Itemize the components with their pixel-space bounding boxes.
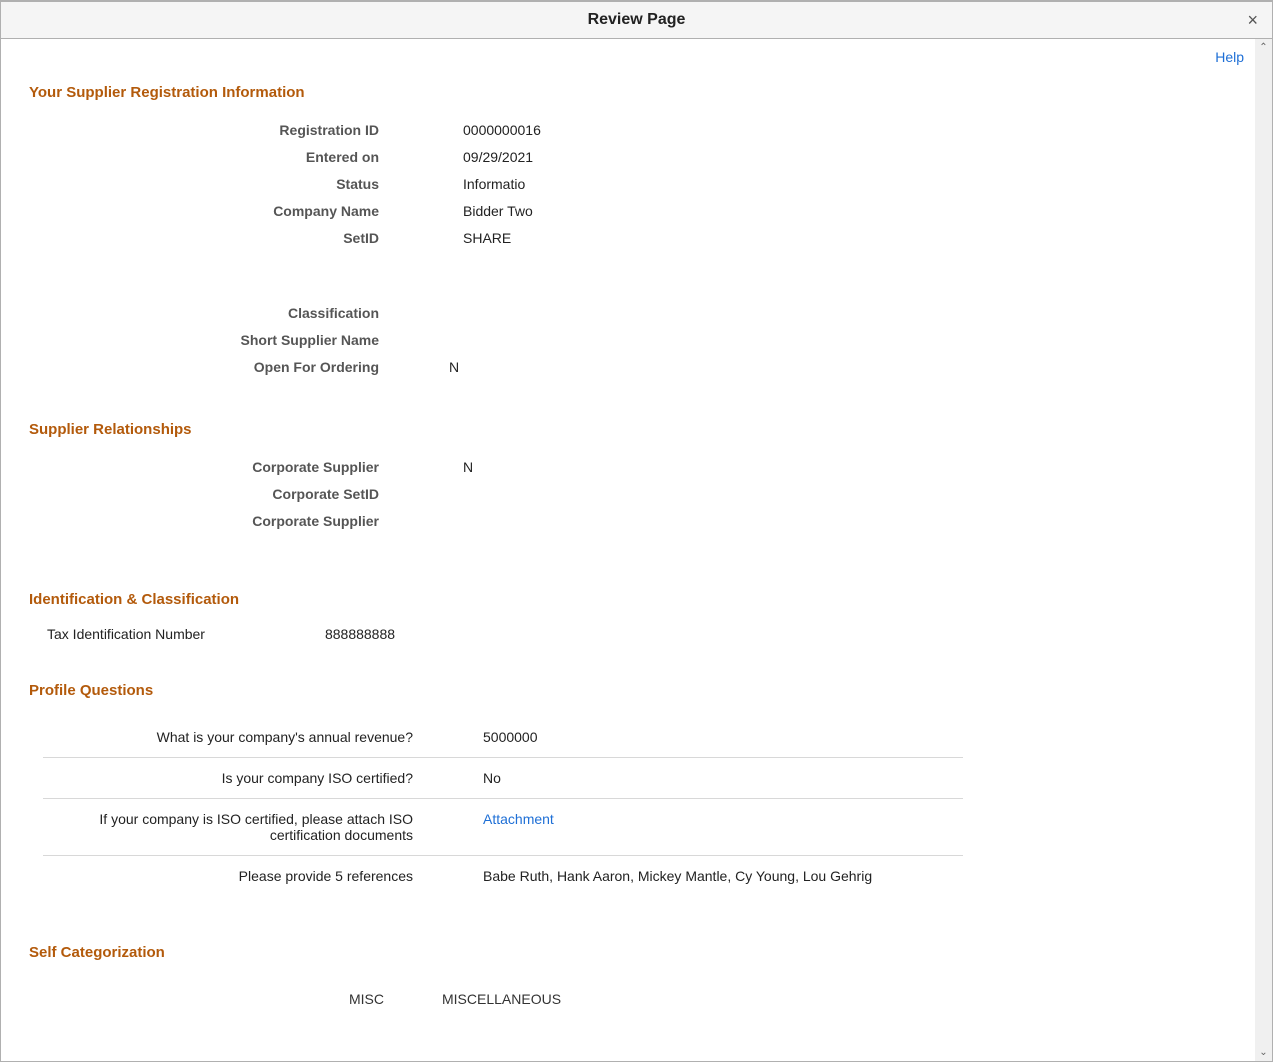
company-name-label: Company Name xyxy=(29,202,391,222)
relationships-group: Corporate Supplier N Corporate SetID Cor… xyxy=(29,454,1227,535)
section-heading-profile: Profile Questions xyxy=(29,682,1227,699)
profile-row: Is your company ISO certified? No xyxy=(43,758,963,799)
selfcat-row: MISC MISCELLANEOUS xyxy=(349,991,1227,1007)
section-heading-selfcat: Self Categorization xyxy=(29,944,1227,961)
attachment-link[interactable]: Attachment xyxy=(483,811,554,827)
section-heading-registration: Your Supplier Registration Information xyxy=(29,84,1227,101)
profile-question: What is your company's annual revenue? xyxy=(43,729,425,745)
profile-answer: Babe Ruth, Hank Aaron, Mickey Mantle, Cy… xyxy=(425,868,963,884)
setid-value: SHARE xyxy=(391,229,1227,249)
setid-row: SetID SHARE xyxy=(29,225,1227,252)
modal-title: Review Page xyxy=(588,11,686,29)
profile-row: If your company is ISO certified, please… xyxy=(43,799,963,856)
selfcat-code: MISC xyxy=(349,991,384,1007)
corporate-supplier2-row: Corporate Supplier xyxy=(29,508,1227,535)
classification-row: Classification xyxy=(29,300,1227,327)
registration-id-label: Registration ID xyxy=(29,121,391,141)
section-heading-identification: Identification & Classification xyxy=(29,591,1227,608)
main-content: Your Supplier Registration Information R… xyxy=(1,39,1255,1007)
profile-question: If your company is ISO certified, please… xyxy=(43,811,425,843)
corporate-supplier-label: Corporate Supplier xyxy=(29,458,391,478)
status-value: Informatio xyxy=(391,175,1227,195)
profile-answer: 5000000 xyxy=(425,729,963,745)
company-name-row: Company Name Bidder Two xyxy=(29,198,1227,225)
profile-question: Please provide 5 references xyxy=(43,868,425,884)
profile-row: Please provide 5 references Babe Ruth, H… xyxy=(43,856,963,896)
selfcat-description: MISCELLANEOUS xyxy=(442,991,561,1007)
classification-label: Classification xyxy=(29,304,391,324)
corporate-setid-row: Corporate SetID xyxy=(29,481,1227,508)
modal-header: Review Page × xyxy=(1,2,1272,39)
tin-row: Tax Identification Number 888888888 xyxy=(47,626,1227,642)
tin-value: 888888888 xyxy=(325,626,395,642)
registration-id-value: 0000000016 xyxy=(391,121,1227,141)
corporate-supplier-value: N xyxy=(391,458,1227,478)
entered-on-value: 09/29/2021 xyxy=(391,148,1227,168)
open-for-ordering-label: Open For Ordering xyxy=(29,358,391,378)
section-heading-relationships: Supplier Relationships xyxy=(29,421,1227,438)
corporate-supplier-row: Corporate Supplier N xyxy=(29,454,1227,481)
registration-id-row: Registration ID 0000000016 xyxy=(29,117,1227,144)
profile-answer: No xyxy=(425,770,963,786)
setid-label: SetID xyxy=(29,229,391,249)
entered-on-label: Entered on xyxy=(29,148,391,168)
status-label: Status xyxy=(29,175,391,195)
registration-group: Registration ID 0000000016 Entered on 09… xyxy=(29,117,1227,381)
short-supplier-name-label: Short Supplier Name xyxy=(29,331,391,351)
short-supplier-name-row: Short Supplier Name xyxy=(29,327,1227,354)
content-scroll: Help Your Supplier Registration Informat… xyxy=(1,39,1272,1061)
open-for-ordering-value: N xyxy=(391,358,1227,378)
corporate-setid-label: Corporate SetID xyxy=(29,485,391,505)
help-link[interactable]: Help xyxy=(1215,49,1244,65)
profile-question: Is your company ISO certified? xyxy=(43,770,425,786)
entered-on-row: Entered on 09/29/2021 xyxy=(29,144,1227,171)
open-for-ordering-row: Open For Ordering N xyxy=(29,354,1227,381)
company-name-value: Bidder Two xyxy=(391,202,1227,222)
content-wrapper: ⌃ ⌄ Help Your Supplier Registration Info… xyxy=(1,39,1272,1061)
tin-label: Tax Identification Number xyxy=(47,626,205,642)
status-row: Status Informatio xyxy=(29,171,1227,198)
profile-row: What is your company's annual revenue? 5… xyxy=(43,717,963,758)
corporate-supplier2-label: Corporate Supplier xyxy=(29,512,391,532)
profile-table: What is your company's annual revenue? 5… xyxy=(43,717,963,896)
profile-answer: Attachment xyxy=(425,811,963,827)
close-icon[interactable]: × xyxy=(1247,11,1258,29)
